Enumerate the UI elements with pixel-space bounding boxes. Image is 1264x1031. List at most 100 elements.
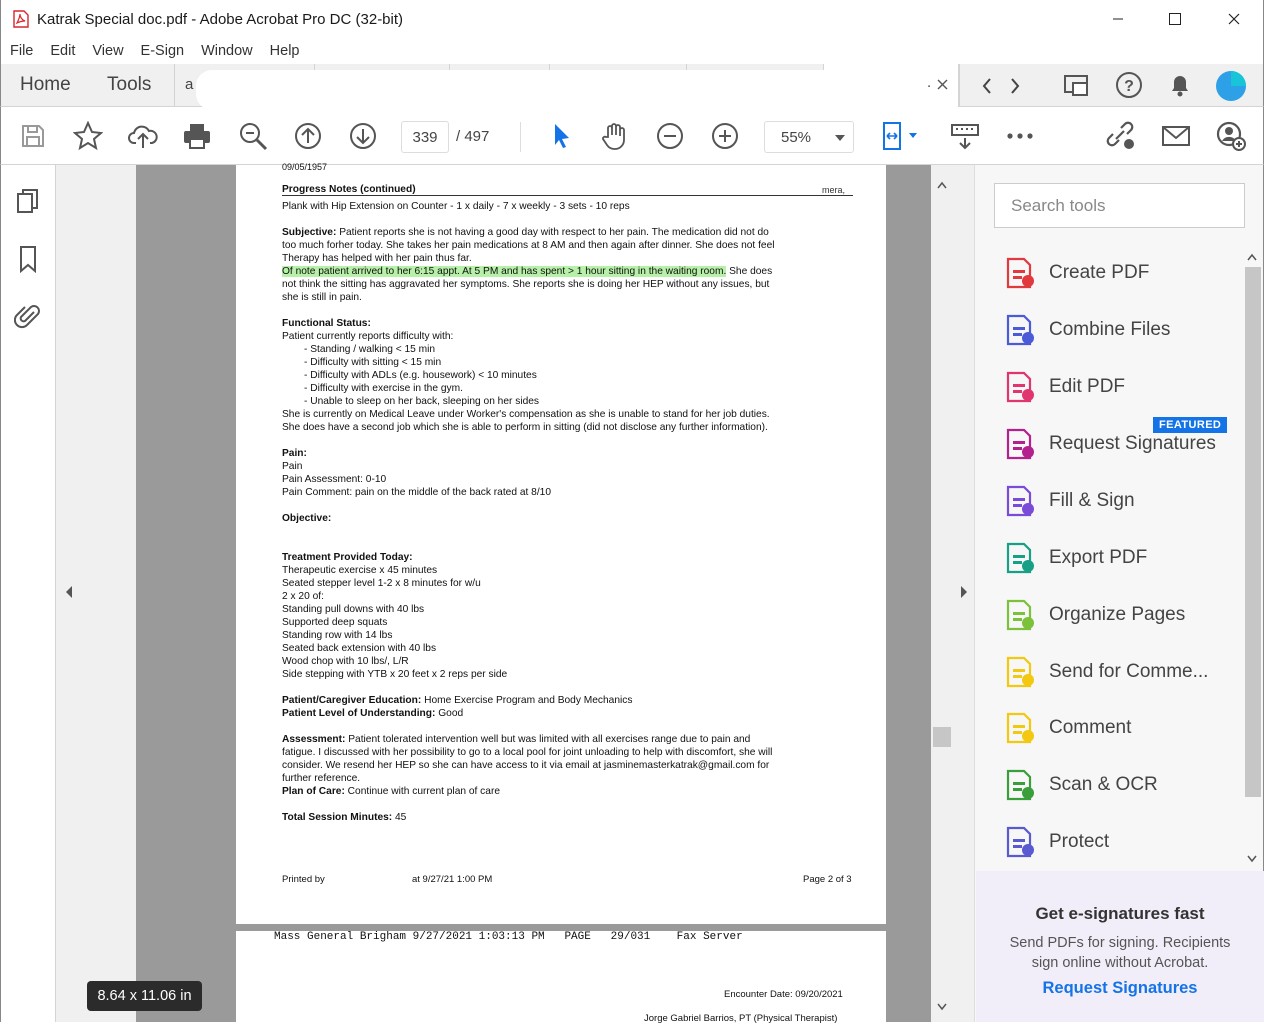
search-tools-input[interactable]: Search tools [994, 183, 1245, 228]
doc-text-line: fatigue. I discussed with her possibilit… [282, 747, 773, 758]
minimize-button[interactable] [1095, 0, 1141, 38]
page-fit-button[interactable] [877, 120, 921, 152]
pdf-page: 09/05/1957 Progress Notes (continued) Plan… [236, 162, 886, 924]
doc-text-line: - Unable to sleep on her back, sleeping … [304, 396, 540, 407]
section-label: Total Session Minutes: [282, 812, 393, 823]
upload-button[interactable] [127, 120, 159, 152]
document-scrollbar[interactable] [931, 165, 953, 1022]
tool-item[interactable]: Edit PDF [1003, 367, 1243, 407]
tab-home[interactable]: Home [20, 74, 71, 96]
keyboard-down-icon [951, 124, 979, 150]
scroll-up-icon[interactable] [937, 181, 947, 189]
previous-page-button[interactable] [292, 120, 324, 152]
highlighted-text: Of note patient arrived to her 6:15 appt… [282, 266, 727, 277]
scroll-down-icon[interactable] [1247, 855, 1257, 863]
doc-text-line: further reference. [282, 773, 361, 784]
section-label: Patient/Caregiver Education: [282, 695, 422, 706]
request-signatures-link[interactable]: Request Signatures [976, 979, 1264, 998]
save-button[interactable] [17, 120, 49, 152]
help-icon[interactable]: ? [1115, 71, 1143, 99]
tool-item[interactable]: Fill & Sign [1003, 481, 1243, 521]
tool-label: Send for Comme... [1049, 661, 1209, 682]
tool-item[interactable]: Organize Pages [1003, 595, 1243, 635]
zoom-in-icon [712, 123, 738, 149]
collapse-left-icon[interactable] [64, 585, 74, 599]
hand-tool-button[interactable] [599, 120, 631, 152]
close-icon [1228, 13, 1240, 25]
encounter-date: Encounter Date: 09/20/2021 [724, 989, 843, 1000]
scroll-thumb[interactable] [1245, 267, 1261, 797]
chevron-right-icon[interactable] [1008, 76, 1022, 96]
document-viewport[interactable]: 09/05/1957 Progress Notes (continued) Plan… [136, 162, 987, 1031]
next-page-button[interactable] [347, 120, 379, 152]
zoom-search-icon [240, 123, 268, 151]
page-thumbnails-icon[interactable] [14, 187, 42, 215]
select-tool-button[interactable] [545, 120, 577, 152]
read-mode-button[interactable] [949, 120, 981, 152]
page-size-badge: 8.64 x 11.06 in [87, 981, 202, 1011]
collapse-strip[interactable] [953, 165, 975, 1022]
more-tools-button[interactable] [1004, 120, 1036, 152]
doc-text-line: Treatment Provided Today: [282, 552, 413, 563]
chevron-left-icon[interactable] [980, 76, 994, 96]
tool-item[interactable]: Comment [1003, 708, 1243, 748]
tool-label: Edit PDF [1049, 376, 1126, 397]
menu-esign[interactable]: E-Sign [141, 43, 185, 59]
doc-text-line: Plan of Care: Continue with current plan… [282, 785, 500, 798]
doc-text-line: consider. We resend her HEP so she can h… [282, 760, 770, 771]
zoom-out-button[interactable] [654, 120, 686, 152]
cloud-upload-icon [128, 125, 158, 148]
notification-bell-icon[interactable] [1168, 71, 1192, 99]
page-number-input[interactable]: 339 [401, 121, 449, 153]
menu-bar: File Edit View E-Sign Window Help [0, 38, 1264, 64]
tool-item[interactable]: Create PDF [1003, 253, 1243, 293]
printed-by-label: Printed by [282, 874, 325, 885]
print-button[interactable] [181, 120, 213, 152]
doc-text-line: - Standing / walking < 15 min [304, 344, 436, 355]
share-screen-icon[interactable] [1062, 72, 1092, 100]
window-title: Katrak Special doc.pdf - Adobe Acrobat P… [37, 10, 404, 28]
tool-item[interactable]: Export PDF [1003, 538, 1243, 578]
doc-text-line: 09/05/1957 [282, 162, 328, 172]
bookmarks-icon[interactable] [14, 245, 42, 273]
tool-label: Request Signatures [1049, 433, 1216, 454]
tools-scrollbar[interactable] [1243, 245, 1263, 871]
promo-title: Get e-signatures fast [1035, 904, 1205, 923]
scroll-thumb[interactable] [933, 727, 951, 747]
bookmark-star-button[interactable] [72, 120, 104, 152]
doc-text-line: too much forher today. She takes her pai… [282, 240, 775, 251]
email-button[interactable] [1160, 120, 1192, 152]
close-tab-icon[interactable] [937, 79, 948, 90]
find-button[interactable] [237, 120, 269, 152]
zoom-in-button[interactable] [709, 120, 741, 152]
zoom-level-select[interactable]: 55% [764, 121, 854, 153]
document-area: 09/05/1957 Progress Notes (continued) Plan… [56, 162, 987, 1031]
scroll-down-icon[interactable] [937, 1003, 947, 1011]
doc-text-line: Supported deep squats [282, 617, 388, 628]
doc-text-line: - Difficulty with ADLs (e.g. housework) … [304, 370, 537, 381]
attachments-icon[interactable] [14, 302, 42, 330]
menu-window[interactable]: Window [201, 43, 253, 59]
doc-text-line: Standing row with 14 lbs [282, 630, 393, 641]
tool-item[interactable]: Protect [1003, 822, 1243, 862]
share-link-button[interactable] [1104, 120, 1136, 152]
tool-item[interactable]: Send for Comme... [1003, 652, 1243, 692]
menu-view[interactable]: View [92, 43, 123, 59]
fill-sign-icon [1006, 485, 1034, 517]
maximize-button[interactable] [1152, 0, 1198, 38]
tool-item[interactable]: Scan & OCR [1003, 765, 1243, 805]
close-button[interactable] [1211, 0, 1257, 38]
organize-pages-icon [1006, 599, 1034, 631]
menu-edit[interactable]: Edit [50, 43, 75, 59]
maximize-icon [1169, 13, 1181, 25]
tool-item[interactable]: Combine Files [1003, 310, 1243, 350]
scroll-up-icon[interactable] [1247, 253, 1257, 261]
link-icon [1106, 121, 1134, 149]
tab-tools[interactable]: Tools [107, 74, 151, 96]
doc-text-line: Total Session Minutes: 45 [282, 811, 406, 824]
expand-right-icon[interactable] [959, 585, 969, 599]
menu-help[interactable]: Help [270, 43, 300, 59]
menu-file[interactable]: File [10, 43, 33, 59]
add-user-button[interactable] [1215, 120, 1247, 152]
account-avatar-icon[interactable] [1215, 70, 1247, 102]
